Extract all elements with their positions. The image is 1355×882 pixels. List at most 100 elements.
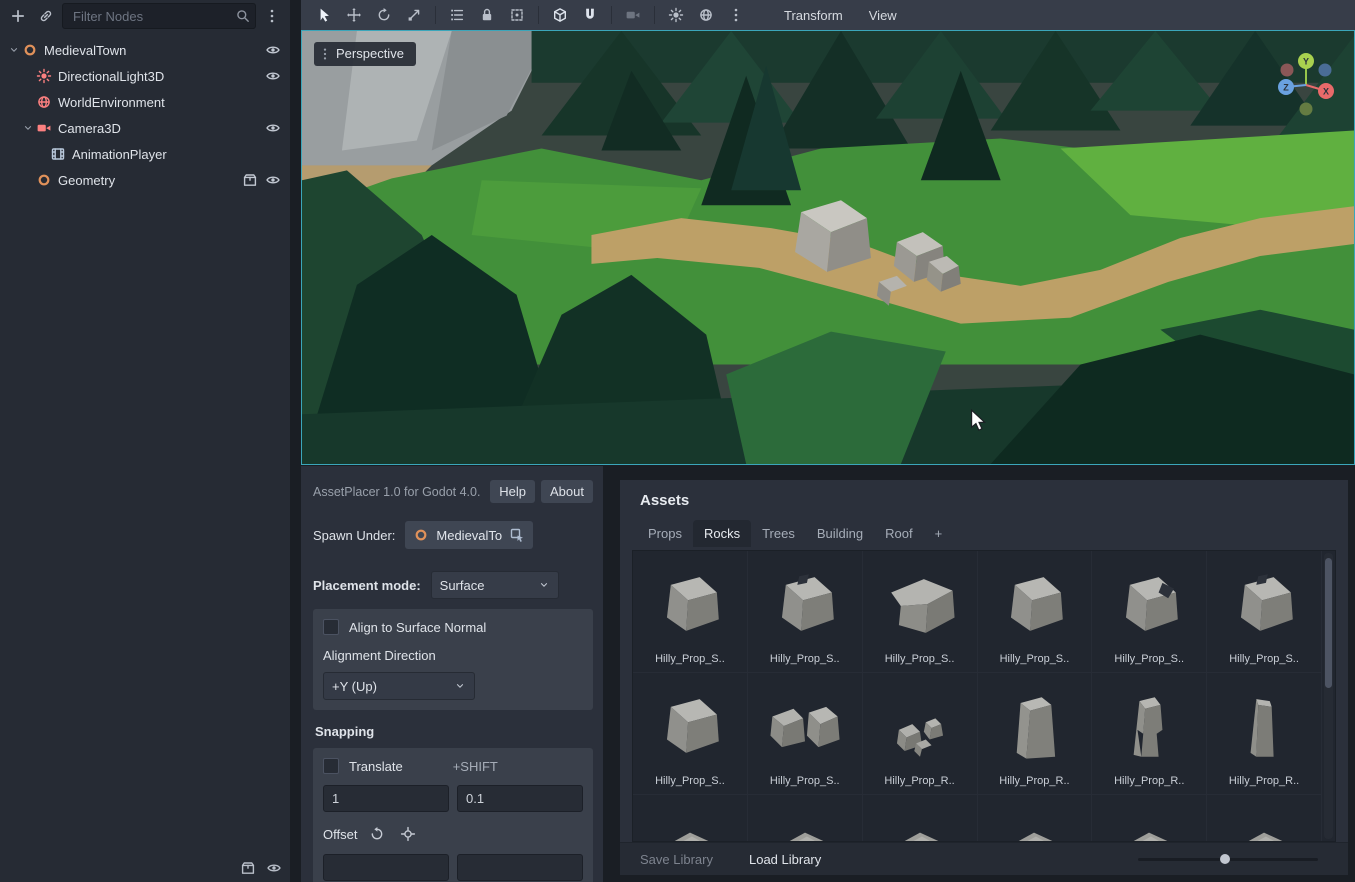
toolbar-separator [611,6,612,24]
3d-viewport[interactable]: Perspective Y X Z [301,30,1355,465]
offset-y-input[interactable] [457,854,583,881]
view-extra-options-button[interactable] [721,2,751,28]
spawn-under-label: Spawn Under: [313,527,396,543]
asset-card[interactable] [1092,795,1208,841]
translate-step-input[interactable] [323,785,449,812]
filter-nodes-input[interactable] [71,7,235,25]
tab-props[interactable]: Props [637,520,693,547]
snapping-group: Translate +SHIFT Offset [313,748,593,882]
godot-editor-window: MedievalTown DirectionalLight3D WorldEnvir… [0,0,1355,882]
translate-snap-checkbox[interactable] [323,758,339,774]
use-local-space-button[interactable] [545,2,575,28]
lock-selected-button[interactable] [472,2,502,28]
asset-card[interactable] [748,795,863,841]
assets-panel: Assets Props Rocks Trees Building Roof + Hill… [620,480,1348,875]
asset-card-hilly-prop-s-[interactable]: Hilly_Prop_S.. [1207,551,1322,673]
select-mode-button[interactable] [442,2,472,28]
package-icon[interactable] [238,169,261,192]
visibility-eye-icon[interactable] [261,65,284,88]
tree-node-worldenvironment[interactable]: WorldEnvironment [0,89,290,115]
package-icon[interactable] [236,856,260,880]
tree-node-animationplayer[interactable]: AnimationPlayer [0,141,290,167]
spawn-under-node-button[interactable]: MedievalTo [405,521,534,549]
snapping-section-label: Snapping [315,724,375,739]
asset-name: Hilly_Prop_R.. [1228,775,1300,787]
menu-view[interactable]: View [858,4,908,27]
load-library-button[interactable]: Load Library [743,851,827,868]
asset-card-hilly-prop-s-[interactable]: Hilly_Prop_S.. [977,551,1093,673]
use-snap-button[interactable] [575,2,605,28]
scale-tool-button[interactable] [399,2,429,28]
align-to-surface-checkbox[interactable] [323,619,339,635]
asset-card[interactable] [978,795,1093,841]
placement-mode-dropdown[interactable]: Surface [430,571,559,599]
scene-dock-menu-button[interactable] [260,4,284,28]
asset-thumbnail [642,801,738,841]
asset-card-hilly-prop-r-[interactable]: Hilly_Prop_R.. [1092,673,1208,795]
asset-thumbnail [986,801,1082,841]
help-button[interactable]: Help [490,480,536,503]
asset-card-hilly-prop-r-[interactable]: Hilly_Prop_R.. [1207,673,1322,795]
asset-card[interactable] [1207,795,1322,841]
group-selected-button[interactable] [502,2,532,28]
assets-scrollbar[interactable] [1324,553,1333,839]
axis-neg-z[interactable] [1318,63,1332,77]
axis-neg-x[interactable] [1280,63,1294,77]
asset-card[interactable] [863,795,978,841]
tab-add[interactable]: + [924,520,954,547]
asset-thumbnail [757,801,853,841]
tab-roof[interactable]: Roof [874,520,923,547]
camera-preview-button[interactable] [618,2,648,28]
visibility-eye-icon[interactable] [261,169,284,192]
asset-card-hilly-prop-s-[interactable]: Hilly_Prop_S.. [862,551,978,673]
select-tool-button[interactable] [309,2,339,28]
tree-node-geometry[interactable]: Geometry [0,167,290,193]
about-button[interactable]: About [541,480,593,503]
pick-node-icon[interactable] [508,526,526,544]
move-tool-button[interactable] [339,2,369,28]
thumbnail-size-slider[interactable] [1138,852,1318,866]
tree-node-camera3d[interactable]: Camera3D [0,115,290,141]
axis-neg-y[interactable] [1299,102,1313,116]
perspective-menu[interactable]: Perspective [314,42,416,66]
slider-knob[interactable] [1220,854,1230,864]
save-library-button[interactable]: Save Library [634,851,719,868]
eye-icon[interactable] [262,856,286,880]
rotate-tool-button[interactable] [369,2,399,28]
preview-environment-button[interactable] [691,2,721,28]
menu-transform[interactable]: Transform [773,4,854,27]
offset-x-input[interactable] [323,854,449,881]
axis-gizmo[interactable]: Y X Z [1268,47,1344,123]
tab-trees[interactable]: Trees [751,520,806,547]
asset-card-hilly-prop-s-[interactable]: Hilly_Prop_S.. [747,673,863,795]
assets-scrollbar-thumb[interactable] [1325,558,1332,688]
viewport-menus: Transform View [773,4,908,27]
asset-library-tabs: Props Rocks Trees Building Roof + [620,509,1348,547]
asset-name: Hilly_Prop_S.. [655,775,725,787]
tree-node-directionallight3d[interactable]: DirectionalLight3D [0,63,290,89]
asset-card-hilly-prop-r-[interactable]: Hilly_Prop_R.. [862,673,978,795]
asset-thumbnail [872,801,968,841]
visibility-eye-icon[interactable] [261,117,284,140]
translate-step-fine-input[interactable] [457,785,583,812]
asset-card[interactable] [633,795,748,841]
asset-card-hilly-prop-s-[interactable]: Hilly_Prop_S.. [747,551,863,673]
tab-rocks[interactable]: Rocks [692,520,752,547]
visibility-eye-icon[interactable] [261,39,284,62]
expander-icon[interactable] [6,43,21,58]
reset-offset-icon[interactable] [366,823,388,845]
offset-picker-icon[interactable] [397,823,419,845]
tree-node-medievaltown[interactable]: MedievalTown [0,37,290,63]
asset-thumbnail [872,679,968,775]
instance-scene-button[interactable] [34,4,58,28]
tab-building[interactable]: Building [806,520,874,547]
add-node-button[interactable] [6,4,30,28]
asset-card-hilly-prop-s-[interactable]: Hilly_Prop_S.. [633,551,748,673]
asset-card-hilly-prop-r-[interactable]: Hilly_Prop_R.. [977,673,1093,795]
expander-icon[interactable] [20,121,35,136]
asset-card-hilly-prop-s-[interactable]: Hilly_Prop_S.. [1092,551,1208,673]
globe-icon [35,93,53,111]
preview-sunlight-button[interactable] [661,2,691,28]
alignment-direction-dropdown[interactable]: +Y (Up) [323,672,475,700]
asset-card-hilly-prop-s-[interactable]: Hilly_Prop_S.. [633,673,748,795]
